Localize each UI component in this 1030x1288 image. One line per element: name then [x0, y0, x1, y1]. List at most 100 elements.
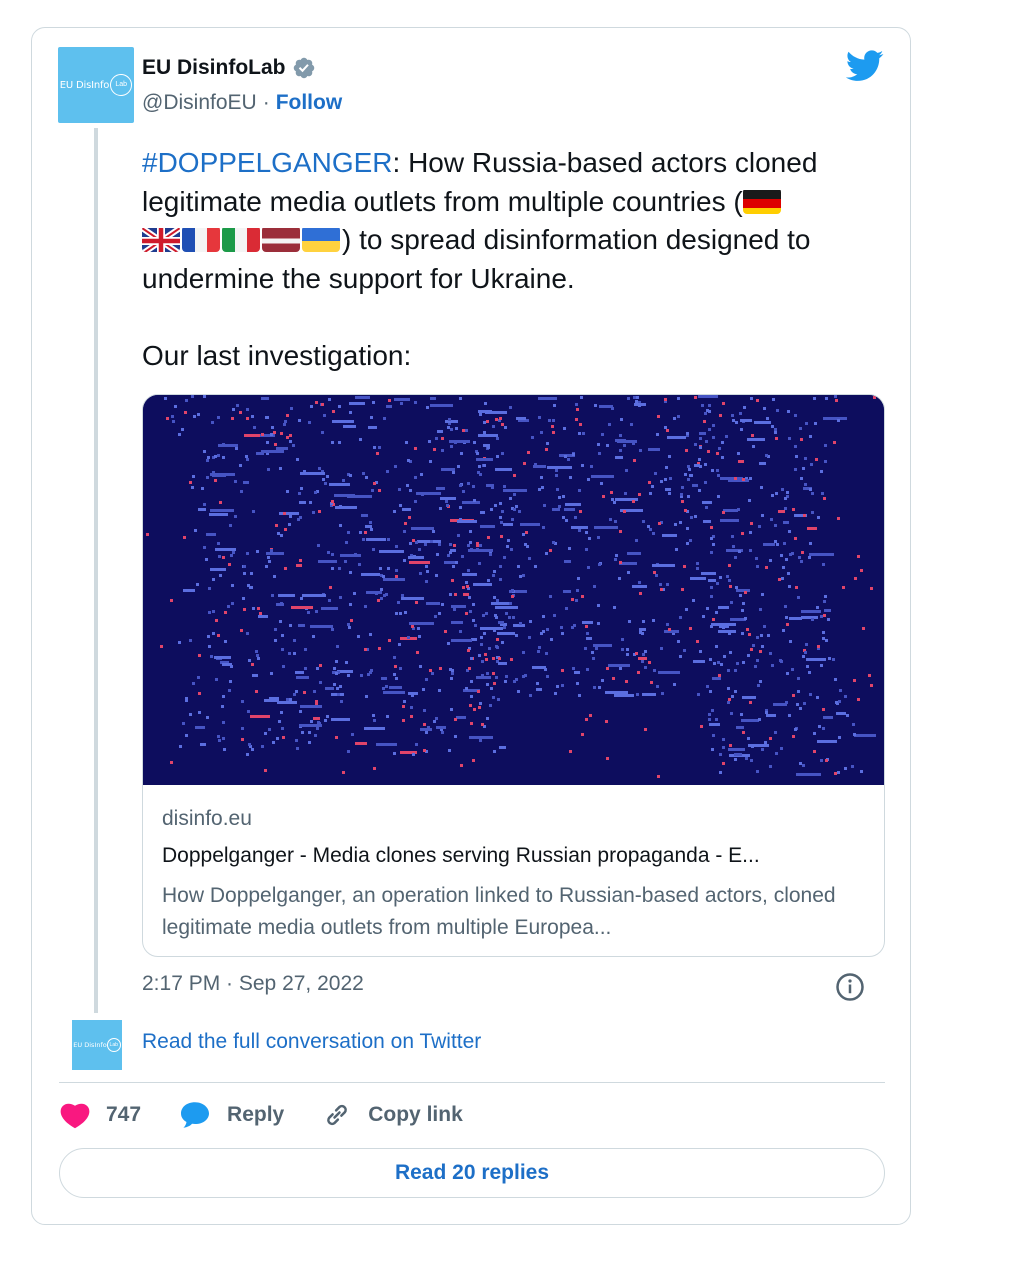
- image-pixel: [332, 410, 335, 413]
- image-pixel: [683, 649, 686, 652]
- image-pixel: [489, 704, 492, 707]
- image-pixel: [565, 519, 568, 522]
- image-pixel: [437, 430, 440, 433]
- image-pixel: [210, 655, 213, 658]
- tweet-timestamp[interactable]: 2:17 PM · Sep 27, 2022: [142, 972, 364, 996]
- image-pixel: [246, 753, 249, 756]
- image-pixel: [448, 418, 451, 421]
- image-pixel: [189, 639, 192, 642]
- image-pixel: [439, 507, 442, 510]
- like-button[interactable]: 747: [60, 1101, 141, 1129]
- image-pixel: [651, 485, 654, 488]
- image-pixel: [576, 682, 579, 685]
- image-pixel: [639, 449, 642, 452]
- image-pixel: [472, 619, 475, 622]
- image-pixel: [321, 403, 324, 406]
- author-handle[interactable]: @DisinfoEU: [142, 91, 257, 115]
- author-avatar[interactable]: EU DisInfo Lab: [58, 47, 134, 123]
- read-replies-button[interactable]: Read 20 replies: [59, 1148, 885, 1198]
- image-pixel: [485, 658, 488, 661]
- image-pixel: [284, 567, 287, 570]
- image-pixel: [648, 448, 660, 451]
- author-name-row[interactable]: EU DisinfoLab: [142, 56, 316, 80]
- link-preview-card[interactable]: disinfo.eu Doppelganger - Media clones s…: [142, 394, 885, 957]
- image-pixel: [462, 586, 465, 589]
- image-pixel: [228, 689, 231, 692]
- image-pixel: [178, 433, 181, 436]
- image-pixel: [769, 652, 772, 655]
- image-pixel: [435, 717, 438, 720]
- image-pixel: [723, 655, 726, 658]
- image-pixel: [797, 596, 800, 599]
- image-pixel: [853, 733, 856, 736]
- image-pixel: [331, 553, 334, 556]
- image-pixel: [183, 536, 186, 539]
- image-pixel: [409, 489, 412, 492]
- image-pixel: [697, 693, 700, 696]
- image-pixel: [191, 395, 194, 398]
- image-pixel: [537, 650, 540, 653]
- image-pixel: [473, 583, 492, 586]
- image-pixel: [466, 585, 469, 588]
- image-pixel: [436, 487, 445, 490]
- image-pixel: [407, 636, 410, 639]
- image-pixel: [431, 672, 434, 675]
- image-pixel: [563, 590, 571, 593]
- image-pixel: [512, 616, 515, 619]
- copy-link-button[interactable]: Copy link: [322, 1100, 463, 1130]
- image-pixel: [648, 661, 651, 664]
- image-pixel: [727, 669, 730, 672]
- image-pixel: [582, 621, 593, 624]
- image-pixel: [272, 741, 275, 744]
- image-pixel: [321, 431, 324, 434]
- image-pixel: [264, 769, 267, 772]
- image-pixel: [784, 507, 787, 510]
- image-pixel: [264, 732, 267, 735]
- image-pixel: [710, 537, 713, 540]
- image-pixel: [727, 701, 730, 704]
- info-icon[interactable]: [835, 972, 865, 1002]
- image-pixel: [451, 672, 454, 675]
- image-pixel: [320, 560, 323, 563]
- image-pixel: [666, 583, 669, 586]
- image-pixel: [505, 612, 508, 615]
- conversation-avatar[interactable]: EU DisInfo Lab: [72, 1020, 122, 1070]
- image-pixel: [383, 578, 405, 581]
- image-pixel: [451, 579, 454, 582]
- image-pixel: [290, 407, 293, 410]
- image-pixel: [734, 669, 737, 672]
- image-pixel: [278, 594, 295, 597]
- twitter-bird-icon[interactable]: [846, 50, 884, 82]
- image-pixel: [636, 396, 639, 399]
- read-conversation-link[interactable]: Read the full conversation on Twitter: [142, 1030, 481, 1054]
- image-pixel: [484, 402, 487, 405]
- image-pixel: [585, 531, 588, 534]
- image-pixel: [402, 705, 405, 708]
- image-pixel: [507, 539, 510, 542]
- image-pixel: [275, 524, 278, 527]
- reply-button[interactable]: Reply: [179, 1101, 284, 1129]
- image-pixel: [786, 672, 789, 675]
- image-pixel: [825, 759, 828, 762]
- follow-link[interactable]: Follow: [276, 91, 343, 115]
- image-pixel: [556, 685, 559, 688]
- image-pixel: [445, 500, 448, 503]
- image-pixel: [470, 657, 473, 660]
- hashtag-link[interactable]: #DOPPELGANGER: [142, 147, 393, 178]
- image-pixel: [503, 556, 506, 559]
- image-pixel: [379, 567, 382, 570]
- image-pixel: [736, 726, 744, 729]
- image-pixel: [500, 521, 503, 524]
- image-pixel: [246, 408, 249, 411]
- image-pixel: [731, 535, 734, 538]
- image-pixel: [562, 516, 565, 519]
- image-pixel: [432, 530, 435, 533]
- image-pixel: [331, 567, 334, 570]
- image-pixel: [339, 524, 342, 527]
- image-pixel: [677, 415, 680, 418]
- image-pixel: [414, 500, 417, 503]
- link-description: How Doppelganger, an operation linked to…: [162, 884, 836, 939]
- author-display-name[interactable]: EU DisinfoLab: [142, 56, 286, 80]
- image-pixel: [246, 458, 249, 461]
- image-pixel: [728, 579, 731, 582]
